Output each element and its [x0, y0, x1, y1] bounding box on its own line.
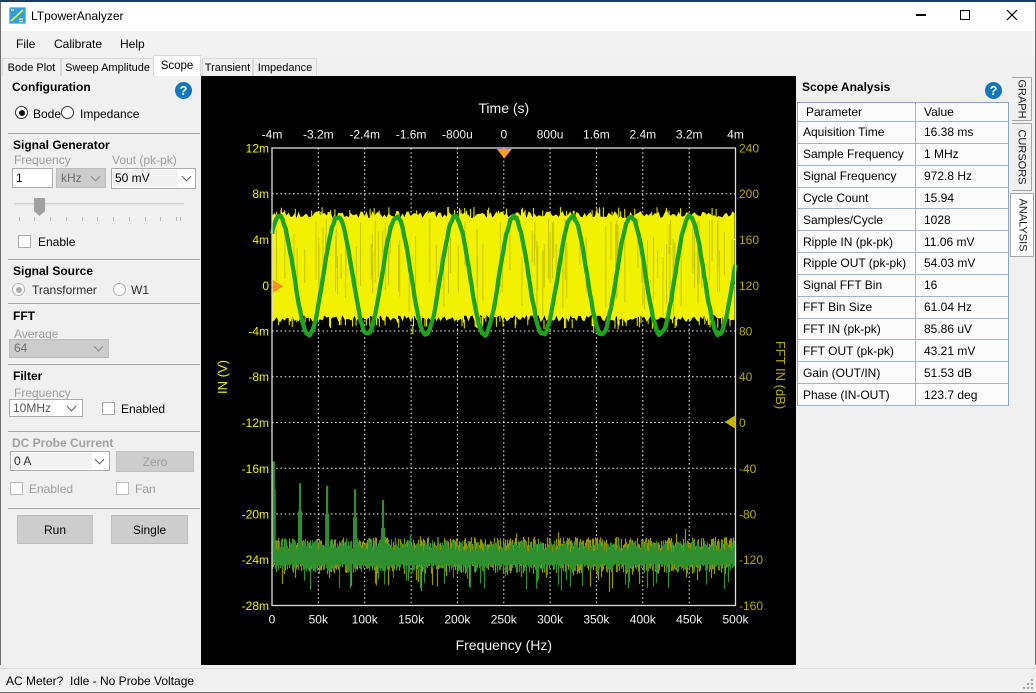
svg-text:-8m: -8m: [248, 370, 269, 384]
svg-text:-3.2m: -3.2m: [303, 128, 334, 142]
svg-text:IN (V): IN (V): [215, 360, 230, 394]
svg-text:0: 0: [262, 279, 269, 293]
svg-text:50k: 50k: [309, 613, 329, 627]
svg-text:120: 120: [739, 279, 759, 293]
svg-text:450k: 450k: [676, 613, 703, 627]
svg-text:-160: -160: [739, 599, 763, 613]
svg-text:4m: 4m: [252, 233, 269, 247]
svg-text:350k: 350k: [583, 613, 610, 627]
svg-text:Time (s): Time (s): [478, 100, 529, 116]
svg-text:-80: -80: [739, 508, 757, 522]
svg-text:200k: 200k: [444, 613, 471, 627]
svg-text:-24m: -24m: [242, 553, 269, 567]
svg-text:-40: -40: [739, 462, 757, 476]
svg-text:4m: 4m: [727, 128, 744, 142]
svg-text:2.4m: 2.4m: [629, 128, 656, 142]
svg-text:-16m: -16m: [242, 462, 269, 476]
svg-text:0: 0: [269, 613, 276, 627]
svg-text:-4m: -4m: [262, 128, 283, 142]
svg-text:300k: 300k: [537, 613, 564, 627]
svg-text:0: 0: [500, 128, 507, 142]
svg-text:-800u: -800u: [442, 128, 473, 142]
svg-text:200: 200: [739, 187, 759, 201]
svg-text:-4m: -4m: [248, 325, 269, 339]
svg-text:FFT IN (dB): FFT IN (dB): [773, 341, 788, 409]
svg-text:800u: 800u: [537, 128, 564, 142]
svg-text:100k: 100k: [352, 613, 379, 627]
svg-text:-20m: -20m: [242, 508, 269, 522]
svg-text:80: 80: [739, 325, 753, 339]
svg-text:-28m: -28m: [242, 599, 269, 613]
svg-text:-2.4m: -2.4m: [349, 128, 380, 142]
svg-text:-12m: -12m: [242, 416, 269, 430]
svg-text:150k: 150k: [398, 613, 425, 627]
svg-text:160: 160: [739, 233, 759, 247]
svg-text:8m: 8m: [252, 187, 269, 201]
svg-text:Frequency (Hz): Frequency (Hz): [456, 637, 552, 653]
svg-text:-1.6m: -1.6m: [396, 128, 427, 142]
svg-text:-120: -120: [739, 553, 763, 567]
svg-text:500k: 500k: [722, 613, 749, 627]
svg-text:3.2m: 3.2m: [676, 128, 703, 142]
svg-text:1.6m: 1.6m: [583, 128, 610, 142]
svg-text:400k: 400k: [630, 613, 657, 627]
svg-text:250k: 250k: [491, 613, 518, 627]
svg-text:0: 0: [739, 416, 746, 430]
svg-text:40: 40: [739, 370, 753, 384]
svg-text:240: 240: [739, 142, 759, 156]
svg-text:12m: 12m: [246, 142, 269, 156]
